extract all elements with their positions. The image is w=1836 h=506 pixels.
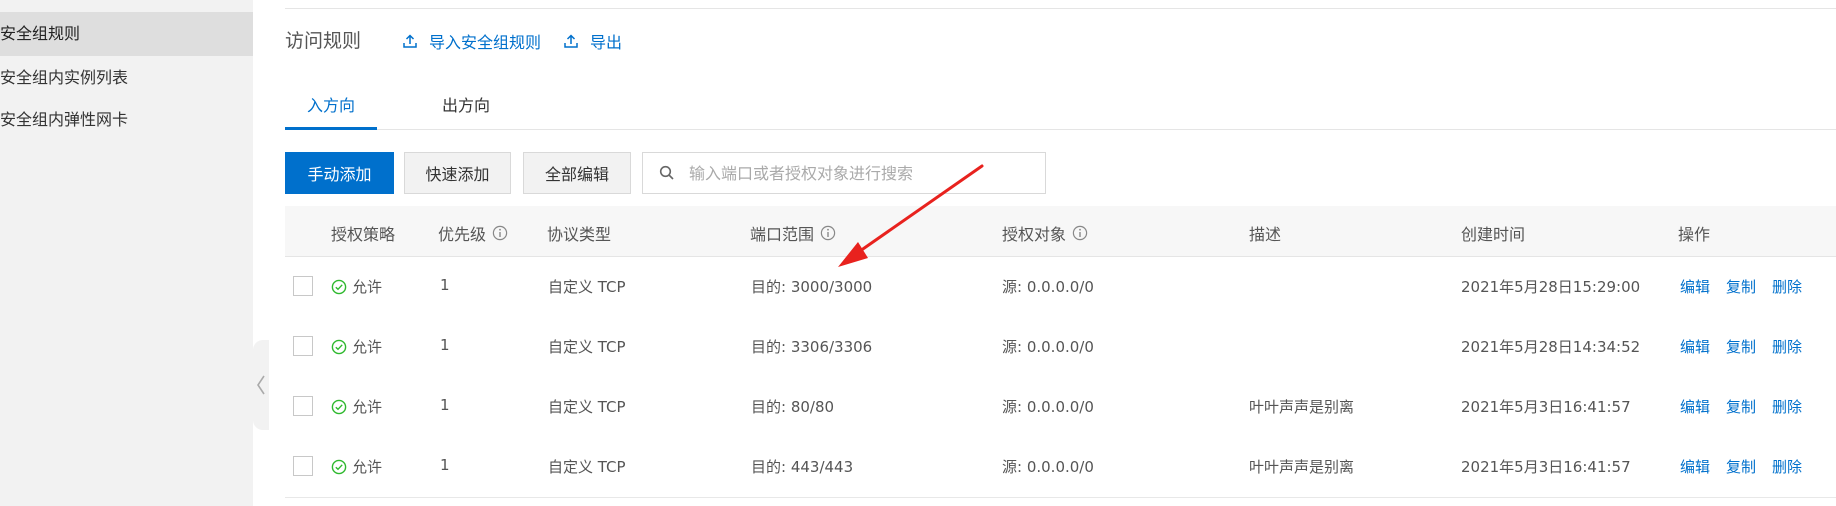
edit-link[interactable]: 编辑 <box>1680 396 1710 417</box>
export-label: 导出 <box>590 33 623 52</box>
delete-link[interactable]: 删除 <box>1772 276 1802 297</box>
col-port-range: 端口范围 <box>750 221 836 245</box>
created-time-cell: 2021年5月28日14:34:52 <box>1461 338 1641 356</box>
table-row: 允许 1 自定义 TCP 目的: 443/443 源: 0.0.0.0/0 叶叶… <box>285 437 1836 498</box>
copy-link[interactable]: 复制 <box>1726 396 1756 417</box>
direction-tabs: 入方向 出方向 <box>285 84 1836 130</box>
chevron-left-icon <box>257 375 265 395</box>
delete-link[interactable]: 删除 <box>1772 336 1802 357</box>
policy-allow: 允许 <box>331 276 382 297</box>
priority-cell: 1 <box>440 336 450 354</box>
created-time-cell: 2021年5月3日16:41:57 <box>1461 398 1631 416</box>
table-row: 允许 1 自定义 TCP 目的: 3306/3306 源: 0.0.0.0/0 … <box>285 317 1836 378</box>
auth-object-cell: 源: 0.0.0.0/0 <box>1002 458 1094 476</box>
upload-icon <box>403 34 417 48</box>
sidebar: 安全组规则 安全组内实例列表 安全组内弹性网卡 <box>0 0 253 506</box>
check-circle-icon <box>331 399 347 414</box>
col-priority: 优先级 <box>438 221 508 245</box>
protocol-cell: 自定义 TCP <box>548 278 626 296</box>
col-protocol-label: 协议类型 <box>547 225 612 244</box>
check-circle-icon <box>331 339 347 354</box>
port-range-cell: 目的: 80/80 <box>751 398 835 416</box>
policy-allow: 允许 <box>331 456 382 477</box>
description-cell: 叶叶声声是别离 <box>1249 398 1355 416</box>
page-title: 访问规则 <box>285 30 362 52</box>
edit-all-button[interactable]: 全部编辑 <box>523 152 631 194</box>
created-time-cell: 2021年5月3日16:41:57 <box>1461 458 1631 476</box>
info-icon[interactable] <box>1072 225 1088 241</box>
priority-cell: 1 <box>440 276 450 294</box>
quick-add-button[interactable]: 快速添加 <box>404 152 511 194</box>
active-tab-indicator <box>285 127 377 130</box>
auth-object-cell: 源: 0.0.0.0/0 <box>1002 338 1094 356</box>
sidebar-item-instance-list[interactable]: 安全组内实例列表 <box>0 56 253 100</box>
port-range-cell: 目的: 443/443 <box>751 458 854 476</box>
col-priority-label: 优先级 <box>438 225 487 244</box>
col-policy: 授权策略 <box>331 221 395 245</box>
policy-label: 允许 <box>352 278 383 296</box>
info-icon[interactable] <box>492 225 508 241</box>
tabs-divider <box>285 129 1836 130</box>
col-description-label: 描述 <box>1249 225 1282 244</box>
policy-label: 允许 <box>352 398 383 416</box>
auth-object-cell: 源: 0.0.0.0/0 <box>1002 278 1094 296</box>
table-row: 允许 1 自定义 TCP 目的: 80/80 源: 0.0.0.0/0 叶叶声声… <box>285 377 1836 438</box>
delete-link[interactable]: 删除 <box>1772 396 1802 417</box>
priority-cell: 1 <box>440 396 450 414</box>
sidebar-item-security-group-rules[interactable]: 安全组规则 <box>0 12 253 56</box>
col-port-range-label: 端口范围 <box>750 225 815 244</box>
row-checkbox[interactable] <box>293 456 313 476</box>
table-header: 授权策略 优先级 协议类型 端口范围 授权对象 描述 创建时间 操作 <box>285 206 1836 257</box>
priority-cell: 1 <box>440 456 450 474</box>
tab-outbound[interactable]: 出方向 <box>442 92 490 129</box>
search-box[interactable] <box>642 152 1046 194</box>
row-checkbox[interactable] <box>293 276 313 296</box>
tab-inbound[interactable]: 入方向 <box>307 92 355 129</box>
upload-icon <box>564 34 578 48</box>
edit-link[interactable]: 编辑 <box>1680 336 1710 357</box>
protocol-cell: 自定义 TCP <box>548 458 626 476</box>
protocol-cell: 自定义 TCP <box>548 398 626 416</box>
port-range-cell: 目的: 3000/3000 <box>751 278 873 296</box>
description-cell: 叶叶声声是别离 <box>1249 458 1355 476</box>
col-auth-object-label: 授权对象 <box>1002 225 1067 244</box>
col-actions-label: 操作 <box>1678 225 1711 244</box>
import-rules-label: 导入安全组规则 <box>429 33 542 52</box>
col-auth-object: 授权对象 <box>1002 221 1088 245</box>
import-rules-link[interactable]: 导入安全组规则 <box>403 29 541 53</box>
row-checkbox[interactable] <box>293 396 313 416</box>
port-range-cell: 目的: 3306/3306 <box>751 338 873 356</box>
col-actions: 操作 <box>1678 221 1710 245</box>
sidebar-collapse-handle[interactable] <box>253 340 269 430</box>
export-link[interactable]: 导出 <box>564 29 622 53</box>
col-protocol: 协议类型 <box>547 221 611 245</box>
row-checkbox[interactable] <box>293 336 313 356</box>
policy-label: 允许 <box>352 338 383 356</box>
table-row: 允许 1 自定义 TCP 目的: 3000/3000 源: 0.0.0.0/0 … <box>285 257 1836 318</box>
search-input[interactable] <box>687 162 1031 184</box>
copy-link[interactable]: 复制 <box>1726 276 1756 297</box>
search-icon <box>659 165 674 180</box>
edit-link[interactable]: 编辑 <box>1680 456 1710 477</box>
edit-link[interactable]: 编辑 <box>1680 276 1710 297</box>
top-divider <box>285 8 1836 9</box>
col-description: 描述 <box>1249 221 1281 245</box>
sidebar-item-eni[interactable]: 安全组内弹性网卡 <box>0 98 253 142</box>
col-policy-label: 授权策略 <box>331 225 396 244</box>
protocol-cell: 自定义 TCP <box>548 338 626 356</box>
delete-link[interactable]: 删除 <box>1772 456 1802 477</box>
auth-object-cell: 源: 0.0.0.0/0 <box>1002 398 1094 416</box>
info-icon[interactable] <box>820 225 836 241</box>
copy-link[interactable]: 复制 <box>1726 456 1756 477</box>
manual-add-button[interactable]: 手动添加 <box>285 152 394 194</box>
policy-allow: 允许 <box>331 336 382 357</box>
policy-allow: 允许 <box>331 396 382 417</box>
created-time-cell: 2021年5月28日15:29:00 <box>1461 278 1641 296</box>
col-created-time: 创建时间 <box>1461 221 1525 245</box>
col-created-time-label: 创建时间 <box>1461 225 1526 244</box>
check-circle-icon <box>331 279 347 294</box>
check-circle-icon <box>331 459 347 474</box>
policy-label: 允许 <box>352 458 383 476</box>
copy-link[interactable]: 复制 <box>1726 336 1756 357</box>
